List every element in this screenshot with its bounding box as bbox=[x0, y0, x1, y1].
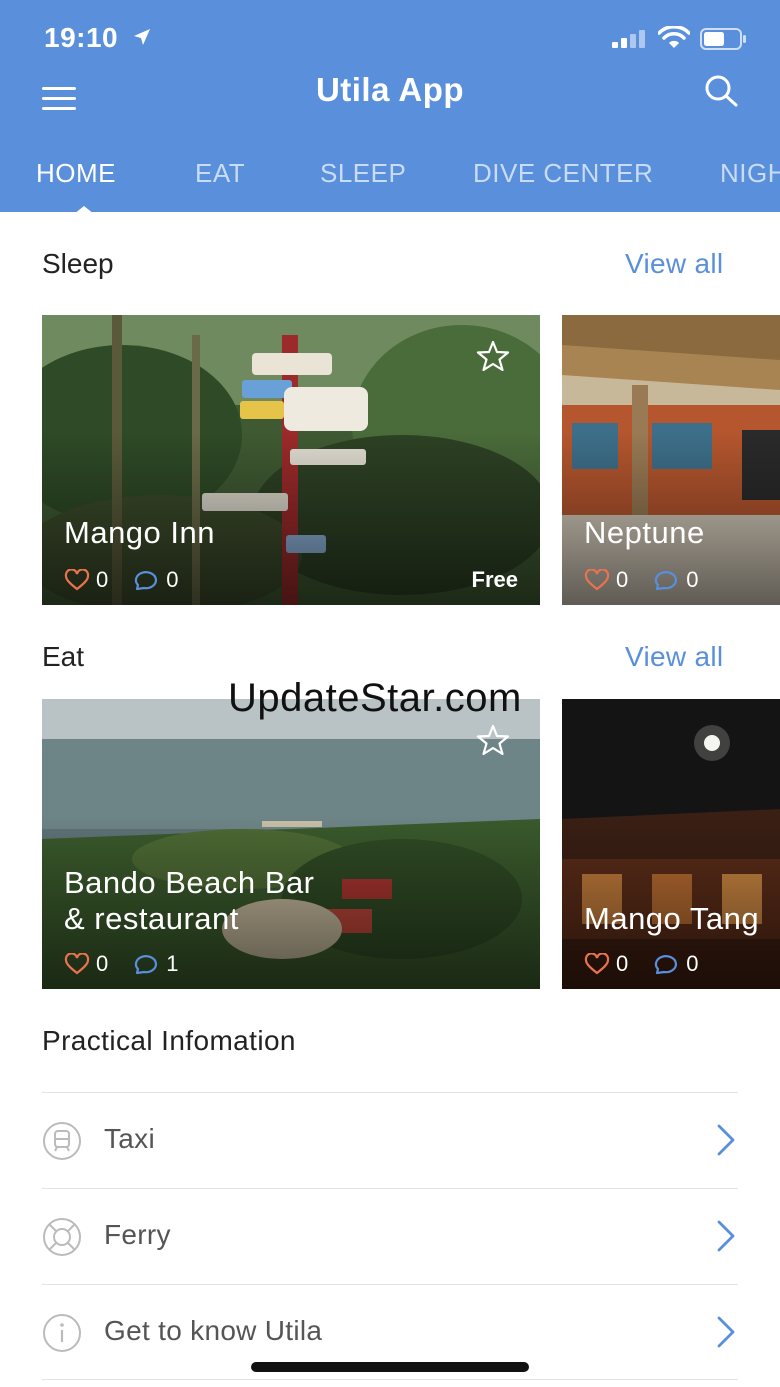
card-title-line1: Bando Beach Bar bbox=[64, 865, 315, 900]
status-bar: 19:10 bbox=[0, 0, 780, 70]
comment-icon bbox=[135, 955, 158, 975]
tab-sleep[interactable]: SLEEP bbox=[320, 158, 406, 189]
sleep-card-neptune[interactable]: Neptune 0 0 bbox=[562, 315, 780, 605]
active-tab-indicator bbox=[74, 206, 94, 212]
sleep-card-mango-inn[interactable]: Mango Inn 0 0 Free bbox=[42, 315, 540, 605]
comment-icon bbox=[655, 955, 678, 975]
toolbar: Utila App bbox=[0, 70, 780, 130]
tab-eat[interactable]: EAT bbox=[195, 158, 245, 189]
heart-icon bbox=[584, 953, 610, 975]
card-stats: 0 0 bbox=[584, 567, 725, 593]
wifi-icon bbox=[658, 26, 690, 48]
sleep-view-all-link[interactable]: View all bbox=[625, 248, 723, 280]
practical-info-list: Taxi Ferry Get to know Utila bbox=[42, 1092, 738, 1380]
list-item-taxi[interactable]: Taxi bbox=[42, 1092, 738, 1188]
comments-count: 0 bbox=[166, 567, 179, 592]
card-title: Mango Inn bbox=[64, 515, 215, 550]
practical-section-title: Practical Infomation bbox=[42, 1025, 296, 1056]
card-title: Neptune bbox=[584, 515, 705, 550]
comments-count: 0 bbox=[686, 951, 699, 976]
favorite-star-icon[interactable] bbox=[476, 339, 510, 373]
search-icon[interactable] bbox=[702, 72, 742, 112]
list-item-label: Ferry bbox=[104, 1219, 171, 1250]
chevron-right-icon bbox=[717, 1316, 735, 1348]
chevron-right-icon bbox=[717, 1220, 735, 1252]
eat-view-all-link[interactable]: View all bbox=[625, 641, 723, 673]
likes-count: 0 bbox=[96, 567, 109, 592]
comment-icon bbox=[655, 571, 678, 591]
app-title: Utila App bbox=[315, 71, 465, 108]
comments-count: 1 bbox=[166, 951, 179, 976]
list-item-label: Taxi bbox=[104, 1123, 155, 1154]
comment-icon bbox=[135, 571, 158, 591]
list-item-ferry[interactable]: Ferry bbox=[42, 1188, 738, 1284]
card-title-line2: & restaurant bbox=[64, 901, 239, 936]
tab-dive-center[interactable]: DIVE CENTER bbox=[473, 158, 653, 189]
lifebuoy-icon bbox=[43, 1218, 81, 1256]
menu-button[interactable] bbox=[40, 78, 80, 118]
comments-count: 0 bbox=[686, 567, 699, 592]
eat-section-title: Eat bbox=[42, 641, 85, 672]
likes-count: 0 bbox=[96, 951, 109, 976]
heart-icon bbox=[64, 953, 90, 975]
heart-icon bbox=[584, 569, 610, 591]
chevron-right-icon bbox=[717, 1124, 735, 1156]
likes-count: 0 bbox=[616, 567, 629, 592]
sleep-section-title: Sleep bbox=[42, 248, 114, 279]
location-arrow-icon bbox=[134, 29, 151, 45]
eat-card-bando-beach[interactable]: Bando Beach Bar & restaurant 0 1 bbox=[42, 699, 540, 989]
category-tabs: HOME EAT SLEEP DIVE CENTER NIGH bbox=[0, 150, 780, 212]
cellular-signal-icon bbox=[612, 30, 648, 48]
info-icon bbox=[43, 1314, 81, 1352]
list-item-label: Get to know Utila bbox=[104, 1315, 323, 1346]
tab-home[interactable]: HOME bbox=[36, 158, 116, 189]
train-icon bbox=[43, 1122, 81, 1160]
status-time: 19:10 bbox=[44, 22, 152, 54]
card-stats: 0 1 bbox=[64, 951, 205, 977]
eat-card-mango-tango[interactable]: Mango Tang 0 0 bbox=[562, 699, 780, 989]
tab-nightlife[interactable]: NIGH bbox=[720, 158, 780, 189]
home-indicator[interactable] bbox=[251, 1362, 529, 1372]
app-header: 19:10 Utila App HOME EAT SLEEP DIVE CENT… bbox=[0, 0, 780, 212]
watermark-text: UpdateStar.com bbox=[228, 676, 522, 720]
battery-icon bbox=[700, 28, 746, 50]
heart-icon bbox=[64, 569, 90, 591]
card-title: Mango Tang bbox=[584, 901, 760, 936]
card-stats: 0 0 bbox=[584, 951, 725, 977]
card-stats: 0 0 bbox=[64, 567, 205, 593]
favorite-star-icon[interactable] bbox=[476, 723, 510, 757]
price-label: Free bbox=[471, 567, 518, 592]
likes-count: 0 bbox=[616, 951, 629, 976]
